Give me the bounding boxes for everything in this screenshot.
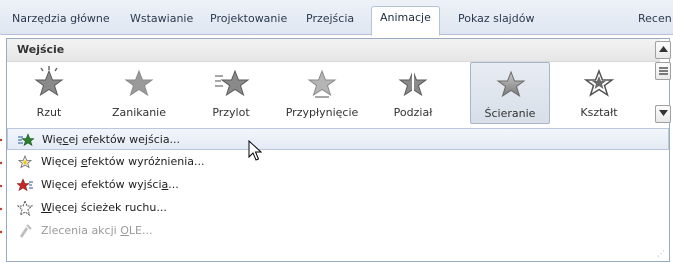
gallery-section-header: Wejście — [7, 39, 660, 62]
gallery-section-title: Wejście — [17, 43, 65, 56]
effect-scieranie[interactable]: Ścieranie — [470, 62, 550, 124]
effect-rzut[interactable]: Rzut — [9, 62, 89, 124]
gallery-more-button[interactable] — [655, 62, 671, 80]
star-fade-icon — [124, 69, 154, 97]
star-fly-icon — [34, 66, 64, 97]
effect-label: Kształt — [580, 106, 618, 119]
effect-label: Zanikanie — [111, 106, 167, 119]
effect-podzial[interactable]: Podział — [373, 62, 453, 124]
menu-item-ole-action-verbs: Zlecenia akcji OLE... — [7, 220, 669, 242]
mouse-cursor-icon — [248, 140, 262, 161]
effect-label: Rzut — [36, 106, 62, 119]
effect-ksztalt[interactable]: Kształt — [559, 62, 639, 124]
tab-review[interactable]: Recen — [630, 8, 673, 34]
effect-label: Podział — [393, 106, 433, 119]
menu-item-label: Więcej efektów wyjścia... — [41, 178, 179, 191]
triangle-down-icon — [659, 110, 668, 116]
tab-insert[interactable]: Wstawianie — [122, 8, 201, 34]
effect-label: Przylot — [212, 106, 250, 119]
left-edge-markers — [0, 138, 3, 234]
menu-item-label: Więcej efektów wejścia... — [42, 133, 181, 146]
motion-paths-icon — [17, 200, 33, 216]
menu-item-more-exit-effects[interactable]: Więcej efektów wyjścia... — [7, 174, 669, 196]
effect-gallery-row: Rzut Zanikanie Przylot Przypłynięcie Pod… — [7, 61, 660, 125]
gallery-scroll-down-button[interactable] — [655, 105, 671, 123]
star-float-icon — [307, 69, 337, 98]
more-effects-menu: Więcej efektów wejścia... Więcej efektów… — [7, 125, 669, 261]
tab-animations[interactable]: Animacje — [371, 6, 440, 36]
exit-effects-icon — [17, 178, 33, 192]
menu-item-label: Więcej ścieżek ruchu... — [41, 201, 167, 214]
tab-design[interactable]: Projektowanie — [202, 8, 295, 34]
star-split-icon — [398, 68, 428, 97]
effect-przylot[interactable]: Przylot — [191, 62, 271, 124]
menu-resize-grip[interactable]: ⋰ — [657, 249, 665, 258]
gallery-scroll-up-button[interactable] — [655, 41, 671, 59]
tab-home[interactable]: Narzędzia główne — [4, 8, 118, 34]
star-shape-icon — [583, 68, 615, 97]
emphasis-effects-icon — [17, 154, 33, 169]
entrance-effects-icon — [18, 133, 34, 147]
animation-gallery: Wejście Rzut Zanikanie Przylot Przypłyni… — [6, 38, 671, 262]
star-fly-in-icon — [215, 69, 250, 97]
tab-transitions[interactable]: Przejścia — [298, 8, 362, 34]
more-lines-icon — [659, 67, 668, 75]
menu-item-more-entrance-effects[interactable]: Więcej efektów wejścia... — [7, 128, 669, 150]
effect-label: Przypłynięcie — [285, 106, 359, 119]
menu-item-more-motion-paths[interactable]: Więcej ścieżek ruchu... — [7, 197, 669, 219]
menu-item-more-emphasis-effects[interactable]: Więcej efektów wyróżnienia... — [7, 151, 669, 173]
triangle-up-icon — [659, 46, 668, 52]
star-wipe-icon — [496, 70, 526, 98]
effect-zanikanie[interactable]: Zanikanie — [99, 62, 179, 124]
effect-przyplyniecie[interactable]: Przypłynięcie — [282, 62, 362, 124]
menu-item-label: Zlecenia akcji OLE... — [41, 224, 153, 237]
tab-slideshow[interactable]: Pokaz slajdów — [450, 8, 542, 34]
menu-item-label: Więcej efektów wyróżnienia... — [41, 155, 205, 168]
effect-label: Ścieranie — [484, 107, 536, 120]
ole-actions-icon — [20, 224, 32, 238]
ribbon-tab-bar: Narzędzia główne Wstawianie Projektowani… — [0, 0, 673, 36]
